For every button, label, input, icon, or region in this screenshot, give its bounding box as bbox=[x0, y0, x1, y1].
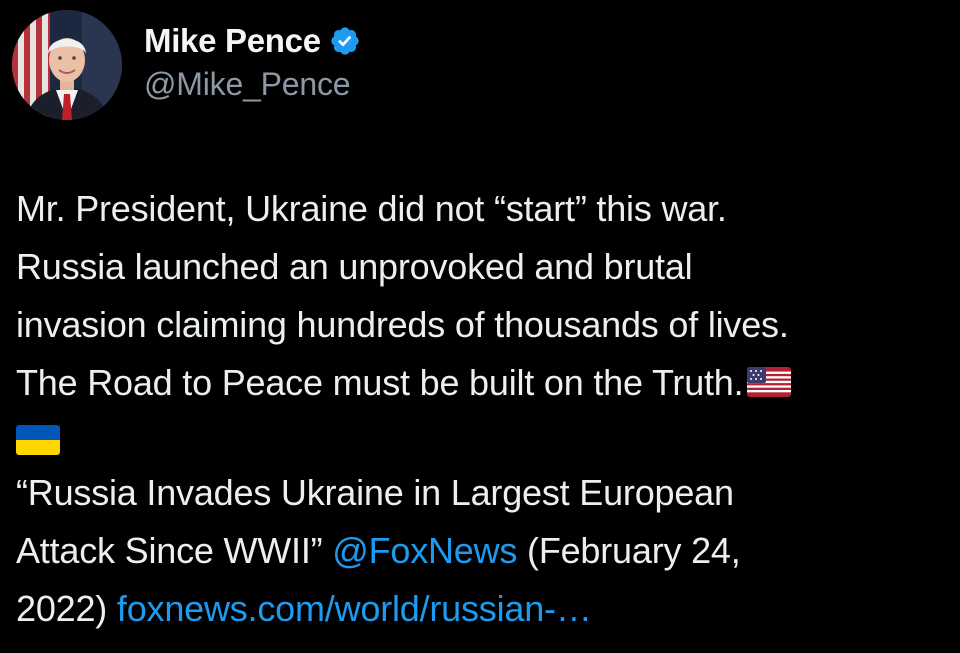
tweet-header: Mike Pence @Mike_Pence bbox=[12, 10, 361, 120]
mention-link[interactable]: @FoxNews bbox=[332, 530, 517, 571]
tweet-text: Mr. President, Ukraine did not “start” t… bbox=[16, 180, 946, 638]
name-row: Mike Pence bbox=[144, 20, 361, 62]
article-link[interactable]: foxnews.com/world/russian-… bbox=[117, 588, 592, 629]
display-name[interactable]: Mike Pence bbox=[144, 22, 321, 60]
avatar[interactable] bbox=[12, 10, 122, 120]
tweet-line: The Road to Peace must be built on the T… bbox=[16, 362, 744, 403]
tweet-card: Mike Pence @Mike_Pence Mr. President, Uk… bbox=[0, 0, 960, 653]
quote-line: Attack Since WWII” @FoxNews (February 24… bbox=[16, 522, 946, 580]
ukraine-flag-emoji bbox=[16, 425, 60, 456]
flag-line bbox=[16, 412, 946, 464]
quote-line: “Russia Invades Ukraine in Largest Europ… bbox=[16, 472, 734, 513]
tweet-line: Mr. President, Ukraine did not “start” t… bbox=[16, 188, 727, 229]
quote-text: (February 24, bbox=[517, 530, 741, 571]
verified-badge-icon bbox=[329, 25, 361, 57]
author-info: Mike Pence @Mike_Pence bbox=[144, 20, 361, 103]
handle[interactable]: @Mike_Pence bbox=[144, 66, 361, 103]
tweet-line: invasion claiming hundreds of thousands … bbox=[16, 304, 789, 345]
tweet-line: Russia launched an unprovoked and brutal bbox=[16, 246, 693, 287]
us-flag-emoji bbox=[747, 367, 792, 398]
tweet-line-with-flag: The Road to Peace must be built on the T… bbox=[16, 354, 946, 412]
quote-line: 2022) foxnews.com/world/russian-… bbox=[16, 580, 946, 638]
quote-text: 2022) bbox=[16, 588, 117, 629]
quote-text: Attack Since WWII” bbox=[16, 530, 333, 571]
